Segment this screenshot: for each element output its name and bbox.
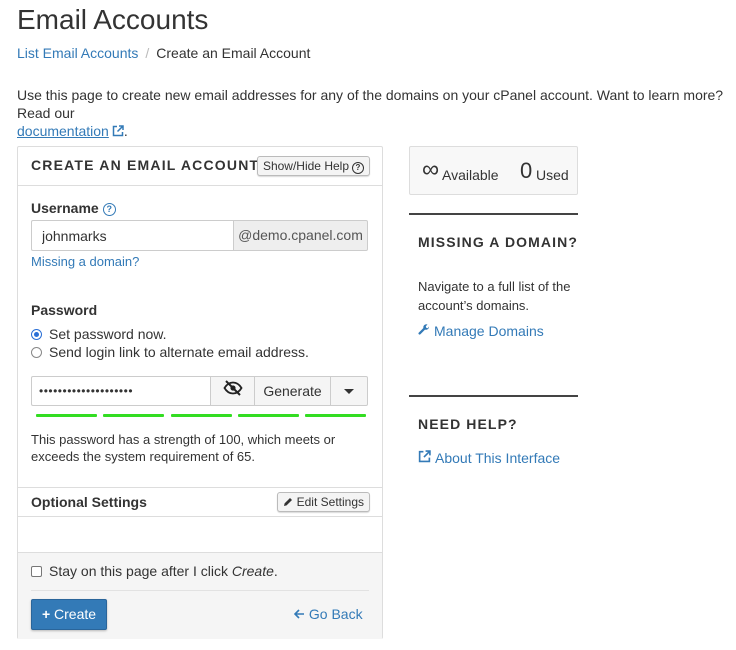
documentation-link-label: documentation [17,123,109,139]
stay-on-page-option[interactable]: Stay on this page after I click Create. [31,563,278,579]
strength-segment [305,414,366,417]
wrench-icon [418,323,434,339]
password-strength-text: This password has a strength of 100, whi… [31,432,336,464]
about-interface-link[interactable]: About This Interface [418,450,560,466]
edit-settings-label: Edit Settings [296,495,364,509]
generate-options-dropdown[interactable] [330,376,368,406]
breadcrumb-separator: / [145,45,150,61]
radio-button-checked[interactable] [31,328,42,340]
form-footer: Stay on this page after I click Create. … [18,552,382,639]
show-hide-help-button[interactable]: Show/Hide Help? [256,156,370,176]
need-help-heading: NEED HELP? [418,416,518,432]
intro-body: Use this page to create new email addres… [17,87,724,121]
stay-on-page-label: Stay on this page after I click Create. [49,563,278,579]
breadcrumb: List Email Accounts / Create an Email Acco… [17,45,310,61]
username-label-row: Username? [31,200,116,216]
username-input-group: @demo.cpanel.com [31,220,368,251]
toggle-password-visibility-button[interactable] [210,376,254,406]
documentation-link[interactable]: documentation [17,123,124,139]
create-email-panel: CREATE AN EMAIL ACCOUNT Show/Hide Help? … [17,146,383,639]
strength-segment [103,414,165,417]
strength-segment [36,414,97,417]
strength-segment [170,414,232,417]
arrow-left-icon [293,606,305,622]
go-back-label: Go Back [308,606,363,622]
show-hide-help-label: Show/Hide Help [262,159,349,173]
eye-slash-icon [222,377,243,405]
radio-send-login-link[interactable]: Send login link to alternate email addre… [31,344,309,360]
panel-heading: CREATE AN EMAIL ACCOUNT Show/Hide Help? [18,147,382,186]
password-strength-meter [36,414,366,417]
password-label: Password [31,302,98,318]
sidebar-divider [409,213,578,215]
create-button[interactable]: + Create [31,599,107,630]
username-input[interactable] [31,220,233,251]
edit-settings-button[interactable]: Edit Settings [277,492,370,512]
stay-label-prefix: Stay on this page after I click [49,563,232,579]
panel-title: CREATE AN EMAIL ACCOUNT [31,157,260,173]
manage-domains-link[interactable]: Manage Domains [418,323,544,339]
missing-domain-text: Navigate to a full list of the account’s… [418,279,571,313]
strength-segment [237,414,299,417]
used-count: 0 [520,158,533,183]
question-circle-icon: ? [352,162,364,174]
password-input[interactable]: •••••••••••••••••••• [31,376,210,406]
external-link-icon [112,123,124,141]
go-back-link[interactable]: Go Back [293,606,363,622]
intro-text: Use this page to create new email addres… [17,86,732,141]
sidebar-divider [409,395,578,397]
account-stats: ∞ Available 0 Used [409,146,578,195]
page-title: Email Accounts [17,4,209,35]
username-label: Username [31,200,99,216]
breadcrumb-current: Create an Email Account [156,45,311,61]
footer-divider [31,590,369,591]
radio-button-unchecked[interactable] [31,346,42,358]
username-help-icon[interactable]: ? [102,203,116,216]
stay-label-suffix: . [273,563,278,579]
domain-addon: @demo.cpanel.com [233,220,368,251]
radio-set-password-now[interactable]: Set password now. [31,326,167,342]
generate-password-button[interactable]: Generate [254,376,330,406]
optional-settings-heading: Optional Settings Edit Settings [18,487,382,517]
missing-domain-link[interactable]: Missing a domain? [31,254,139,269]
stay-on-page-checkbox[interactable] [31,565,42,577]
intro-tail: . [123,123,128,139]
caret-down-icon [344,388,354,394]
missing-domain-heading: MISSING A DOMAIN? [418,234,578,250]
infinity-icon: ∞ [422,156,440,183]
create-button-label: Create [54,606,97,622]
stay-label-em: Create [231,563,274,579]
radio-set-password-label: Set password now. [49,326,167,342]
about-interface-label: About This Interface [435,450,561,466]
used-label: Used [536,167,569,183]
password-input-group: •••••••••••••••••••• Generate [31,376,368,406]
manage-domains-label: Manage Domains [434,323,544,339]
external-link-icon [418,450,435,466]
optional-settings-label: Optional Settings [31,494,147,510]
radio-send-link-label: Send login link to alternate email addre… [49,344,309,360]
breadcrumb-list-email-accounts[interactable]: List Email Accounts [17,45,138,61]
pencil-icon [283,495,293,509]
plus-icon: + [41,606,51,622]
available-label: Available [442,167,499,183]
